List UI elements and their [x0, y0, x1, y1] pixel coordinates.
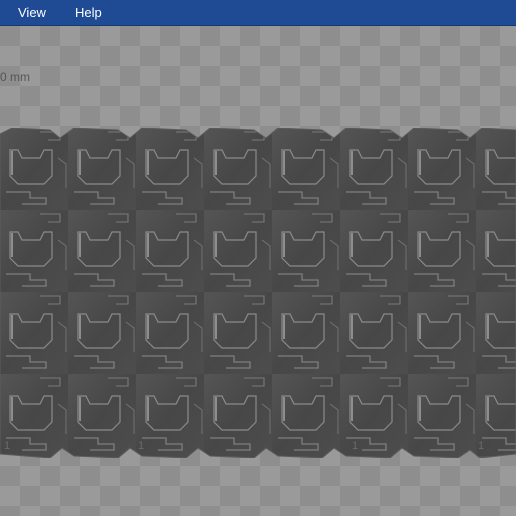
3d-viewport[interactable]: 0 mm 1 1 1 1 [0, 26, 516, 516]
scale-label-top: 0 mm [0, 70, 30, 84]
menu-help[interactable]: Help [66, 0, 111, 26]
scale-tick: 1 [478, 440, 485, 452]
menu-view[interactable]: View [0, 0, 55, 26]
scale-tick: 1 [4, 440, 11, 452]
scale-tick: 1 [352, 440, 359, 452]
tiled-part-model[interactable] [0, 128, 516, 458]
menu-bar: View Help [0, 0, 516, 26]
part-body [0, 128, 516, 458]
scale-tick: 1 [138, 440, 145, 452]
